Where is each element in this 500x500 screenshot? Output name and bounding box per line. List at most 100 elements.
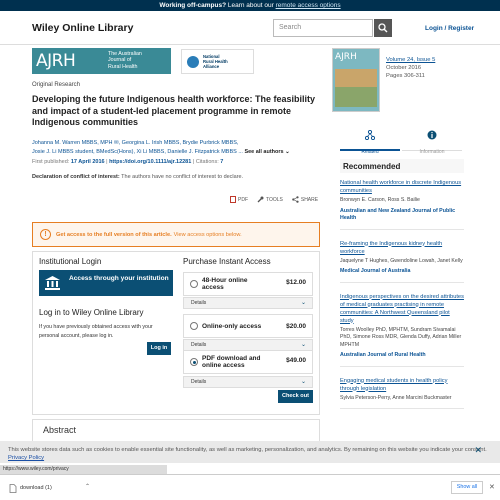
status-url: https://www.wiley.com/privacy bbox=[0, 465, 167, 474]
tab-related[interactable]: Related bbox=[340, 127, 400, 155]
checkout-button[interactable]: Check out bbox=[278, 390, 313, 403]
cookie-text: This website stores data such as cookies… bbox=[8, 447, 487, 453]
partner-name: National Rural Health Alliance bbox=[203, 54, 228, 69]
institution-icon bbox=[45, 276, 60, 290]
cover-abbr: AJRH bbox=[335, 52, 357, 62]
journal-abbr: AJRH bbox=[36, 51, 76, 71]
see-all-authors[interactable]: See all authors ⌄ bbox=[244, 149, 289, 155]
show-all-button[interactable]: Show all bbox=[451, 481, 483, 494]
privacy-policy-link[interactable]: Privacy Policy bbox=[8, 455, 44, 461]
option-price: $20.00 bbox=[286, 323, 306, 330]
recommended-journal[interactable]: Australian and New Zealand Journal of Pu… bbox=[340, 208, 464, 223]
wiley-logo[interactable]: Wiley Online Library bbox=[32, 22, 133, 34]
institutional-login-heading: Institutional Login bbox=[39, 257, 102, 266]
info-icon: ! bbox=[40, 229, 51, 240]
details-label: Details bbox=[191, 379, 207, 385]
close-icon[interactable]: ✕ bbox=[474, 446, 482, 455]
site-header: Wiley Online Library Search Login / Regi… bbox=[0, 11, 500, 45]
issue-date: October 2016 bbox=[386, 65, 422, 71]
access-institution-button[interactable]: Access through your institution bbox=[39, 270, 173, 296]
partner-logo[interactable]: National Rural Health Alliance bbox=[181, 49, 254, 74]
radio-online-only[interactable] bbox=[190, 322, 198, 330]
journal-cover-image[interactable]: AJRH bbox=[332, 48, 380, 112]
option-label: Online-only access bbox=[202, 323, 262, 330]
chevron-down-icon: ⌄ bbox=[300, 342, 306, 348]
recommended-heading: Recommended bbox=[340, 159, 464, 173]
access-panel: Institutional Login Access through your … bbox=[32, 251, 320, 415]
purchase-heading: Purchase Instant Access bbox=[183, 257, 271, 266]
citations-label: Citations: bbox=[195, 159, 221, 165]
partner-logo-icon bbox=[187, 56, 199, 68]
share-label: SHARE bbox=[300, 196, 319, 203]
wiley-login-heading: Log in to Wiley Online Library bbox=[39, 308, 144, 317]
access-institution-label: Access through your institution bbox=[69, 275, 169, 282]
citations-count[interactable]: 7 bbox=[220, 159, 223, 165]
pdf-button[interactable]: PDF bbox=[230, 196, 248, 203]
first-published-label: First published: bbox=[32, 159, 71, 165]
login-button[interactable]: Log in bbox=[147, 342, 171, 355]
author-list: Johanna M. Warren MBBS, MPH ✉, Georgina … bbox=[32, 139, 322, 156]
details-label: Details bbox=[191, 300, 207, 306]
cover-photo-lower bbox=[335, 87, 377, 107]
search-button[interactable] bbox=[374, 19, 392, 37]
recommended-journal[interactable]: Australian Journal of Rural Health bbox=[340, 352, 464, 360]
radio-48-hour[interactable] bbox=[190, 280, 198, 288]
recommended-item: Indigenous perspectives on the desired a… bbox=[340, 292, 464, 367]
tools-button[interactable]: TOOLS bbox=[257, 196, 283, 203]
journal-name-line3: Rural Health bbox=[108, 63, 138, 70]
recommended-authors: Torres Woolley PhD, MPHTM, Sundram Sivam… bbox=[340, 326, 462, 348]
access-notice-bold: Get access to the full version of this a… bbox=[56, 231, 172, 238]
chevron-up-icon[interactable]: ⌃ bbox=[85, 483, 90, 490]
details-toggle-pdf-download[interactable]: Details ⌄ bbox=[183, 376, 313, 388]
pdf-label: PDF bbox=[238, 196, 248, 203]
recommended-journal[interactable]: Medical Journal of Australia bbox=[340, 268, 464, 276]
radio-pdf-download[interactable] bbox=[190, 358, 198, 366]
close-icon[interactable]: ✕ bbox=[489, 483, 495, 491]
option-online-only[interactable]: Online-only access $20.00 bbox=[183, 314, 313, 338]
tools-label: TOOLS bbox=[266, 196, 283, 203]
recommended-title-link[interactable]: National health workforce in discrete In… bbox=[340, 179, 464, 195]
authors-line1[interactable]: Johanna M. Warren MBBS, MPH ✉, Georgina … bbox=[32, 139, 322, 148]
login-register-link[interactable]: Login / Register bbox=[425, 25, 474, 32]
doi-link[interactable]: https://doi.org/10.1111/ajr.12281 bbox=[109, 159, 191, 165]
access-notice: ! Get access to the full version of this… bbox=[32, 222, 320, 247]
first-published-date: 17 April 2016 bbox=[70, 159, 105, 165]
chevron-down-icon: ⌄ bbox=[300, 379, 306, 385]
file-icon bbox=[9, 484, 17, 493]
authors-line2[interactable]: Josie J. Li MBBS student, BMedSc(Hons), … bbox=[32, 149, 243, 155]
article-type: Original Research bbox=[32, 82, 81, 88]
recommended-item: National health workforce in discrete In… bbox=[340, 178, 464, 230]
journal-banner[interactable]: AJRH The Australian Journal of Rural Hea… bbox=[32, 48, 171, 74]
share-button[interactable]: SHARE bbox=[292, 196, 318, 203]
download-filename[interactable]: download (1) bbox=[20, 485, 52, 491]
issue-pages: Pages 306-311 bbox=[386, 73, 425, 79]
recommended-title-link[interactable]: Engaging medical students in health poli… bbox=[340, 377, 464, 393]
recommended-authors: Sylvia Peterson-Perry, Anne Marcini Buck… bbox=[340, 394, 452, 401]
publication-info: First published: 17 April 2016 | https:/… bbox=[32, 159, 224, 165]
view-access-options-link[interactable]: View access options below. bbox=[174, 232, 242, 238]
option-48-hour[interactable]: 48-Hour online access $12.00 bbox=[183, 272, 313, 296]
recommended-item: Re-framing the Indigenous kidney health … bbox=[340, 239, 464, 283]
coi-label: Declaration of conflict of interest: bbox=[32, 174, 120, 180]
option-price: $12.00 bbox=[286, 279, 306, 286]
volume-issue-link[interactable]: Volume 24, Issue 5 bbox=[386, 56, 435, 64]
recommended-item: Engaging medical students in health poli… bbox=[340, 376, 464, 409]
option-pdf-download[interactable]: PDF download and online access $49.00 bbox=[183, 350, 313, 374]
recommended-title-link[interactable]: Re-framing the Indigenous kidney health … bbox=[340, 240, 464, 256]
abstract-heading: Abstract bbox=[32, 419, 320, 441]
details-toggle-48-hour[interactable]: Details ⌄ bbox=[183, 297, 313, 309]
search-icon bbox=[378, 23, 388, 33]
chevron-down-icon: ⌄ bbox=[300, 300, 306, 306]
offcampus-bold: Working off-campus? bbox=[159, 2, 227, 9]
share-icon bbox=[292, 196, 299, 203]
recommended-authors: Bronwyn E. Carson, Ross S. Bailie bbox=[340, 197, 420, 203]
cookie-banner: This website stores data such as cookies… bbox=[0, 441, 500, 463]
conflict-of-interest: Declaration of conflict of interest: The… bbox=[32, 174, 243, 180]
recommended-title-link[interactable]: Indigenous perspectives on the desired a… bbox=[340, 293, 464, 325]
search-input[interactable]: Search bbox=[273, 19, 373, 37]
remote-access-link[interactable]: remote access options bbox=[276, 2, 341, 9]
coi-text: The authors have no conflict of interest… bbox=[119, 174, 244, 180]
option-label: PDF download and online access bbox=[202, 355, 261, 369]
tab-information[interactable]: Information bbox=[402, 127, 462, 155]
tab-related-label: Related bbox=[361, 149, 379, 155]
